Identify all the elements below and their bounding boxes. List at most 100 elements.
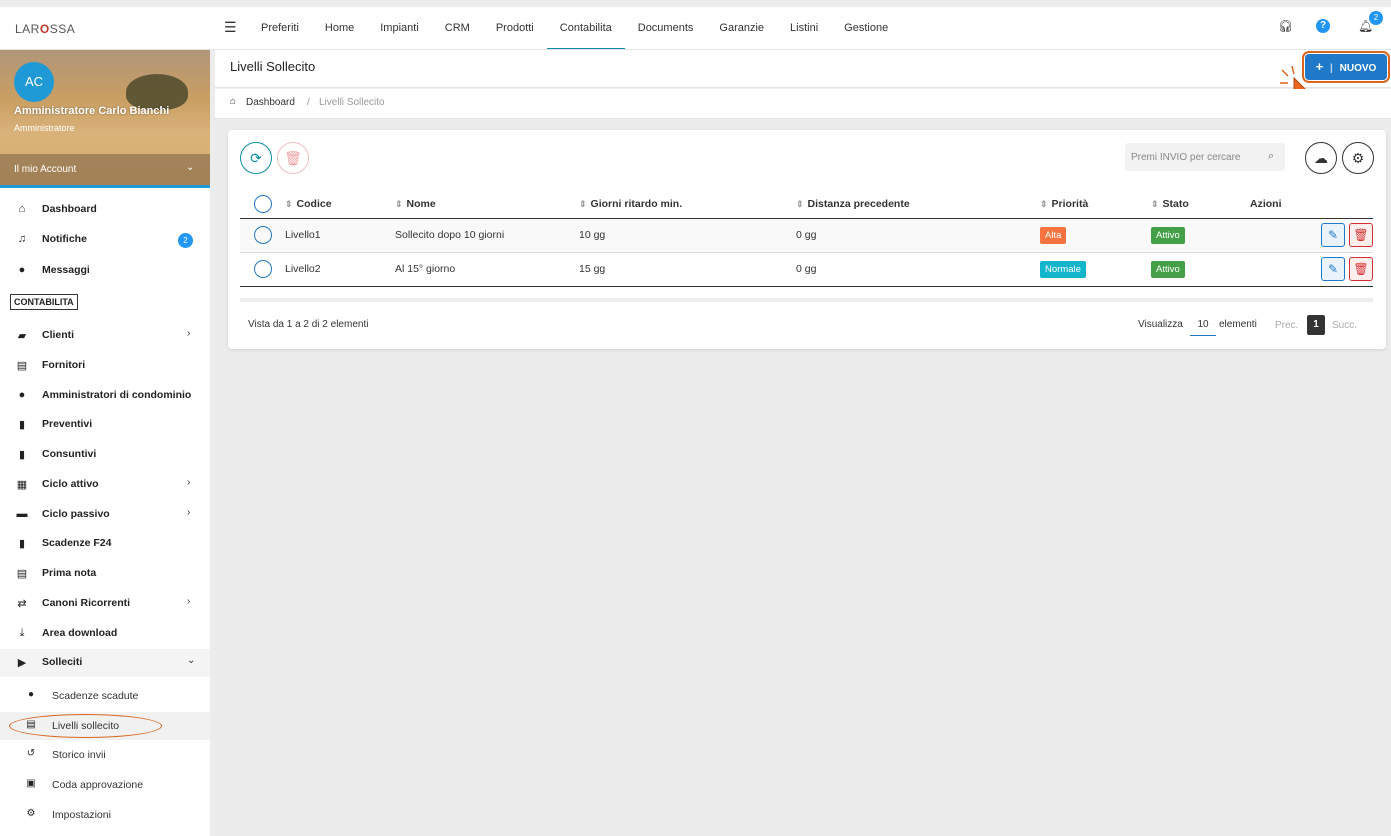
chevron-down-icon: ⌄ — [186, 162, 195, 173]
bulk-delete-button[interactable]: 🗑︎ — [277, 142, 309, 174]
highlight-ellipse — [9, 714, 162, 738]
cell-stato: Attivo — [1151, 252, 1250, 287]
sidebar-item-messaggi[interactable]: ● Messaggi — [0, 257, 210, 285]
page-size-select[interactable]: 10 — [1190, 314, 1216, 336]
cell-azioni: ✎ 🗑︎ — [1250, 218, 1373, 253]
col-nome[interactable]: ⇕ Nome — [395, 190, 579, 219]
col-distanza[interactable]: ⇕ Distanza precedente — [796, 190, 1040, 219]
breadcrumb-dashboard[interactable]: Dashboard — [246, 97, 295, 108]
sidebar-item-canoni-ricorrenti[interactable]: ⇄ Canoni Ricorrenti › — [0, 590, 210, 618]
cell-nome: Al 15° giorno — [395, 252, 579, 287]
sidebar-item-fornitori[interactable]: ▤ Fornitori — [0, 352, 210, 380]
refresh-icon: ⟳ — [250, 150, 262, 166]
edit-button[interactable]: ✎ — [1321, 223, 1345, 247]
page-title: Livelli Sollecito — [230, 59, 316, 74]
select-all-cell — [240, 190, 285, 219]
sidebar-item-dashboard[interactable]: ⌂ Dashboard — [0, 196, 210, 224]
sidebar: AC Amministratore Carlo Bianchi Amminist… — [0, 50, 210, 836]
nav-impianti[interactable]: Impianti — [367, 7, 432, 49]
avatar[interactable]: AC — [14, 62, 54, 102]
prev-page-button[interactable]: Prec. — [1275, 320, 1298, 331]
sort-icon: ⇕ — [1151, 198, 1159, 209]
col-codice[interactable]: ⇕ Codice — [285, 190, 395, 219]
app-logo[interactable]: LAROSSA — [15, 22, 75, 36]
help-icon[interactable]: ? — [1316, 19, 1330, 33]
sidebar-item-prima-nota[interactable]: ▤ Prima nota — [0, 560, 210, 588]
download-button[interactable]: ☁ — [1305, 142, 1337, 174]
nav-garanzie[interactable]: Garanzie — [706, 7, 777, 49]
col-giorni[interactable]: ⇕ Giorni ritardo min. — [579, 190, 796, 219]
row-checkbox[interactable] — [254, 260, 272, 278]
sidebar-item-notifiche[interactable]: ♫ Notifiche 2 — [0, 226, 210, 254]
notification-count-badge: 2 — [1369, 11, 1383, 25]
home-icon[interactable]: ⌂ — [230, 96, 236, 107]
col-azioni: Azioni — [1250, 190, 1373, 219]
sidebar-item-preventivi[interactable]: ▮ Preventivi — [0, 411, 210, 439]
table-row[interactable]: Livello2 Al 15° giorno 15 gg 0 gg Normal… — [240, 252, 1373, 287]
nav-listini[interactable]: Listini — [777, 7, 831, 49]
gear-icon: ⚙ — [1351, 150, 1365, 166]
my-account-toggle[interactable]: Il mio Account ⌄ — [0, 154, 210, 188]
sidebar-item-clienti[interactable]: ▰ Clienti › — [0, 322, 210, 350]
breadcrumb-separator: / — [307, 97, 310, 108]
sort-icon: ⇕ — [796, 198, 804, 209]
sidebar-item-ciclo-attivo[interactable]: ▦ Ciclo attivo › — [0, 471, 210, 499]
nav-gestione[interactable]: Gestione — [831, 7, 901, 49]
sidebar-subitem-storico-invii[interactable]: ↺ Storico invii — [0, 741, 210, 769]
sidebar-item-label: Notifiche — [42, 233, 87, 245]
table-row[interactable]: Livello1 Sollecito dopo 10 giorni 10 gg … — [240, 218, 1373, 253]
chat-icon: ● — [18, 264, 26, 276]
col-stato[interactable]: ⇕ Stato — [1151, 190, 1250, 219]
edit-button[interactable]: ✎ — [1321, 257, 1345, 281]
sidebar-item-label: Solleciti — [42, 656, 83, 668]
sidebar-item-scadenze-f24[interactable]: ▮ Scadenze F24 — [0, 530, 210, 558]
home-icon: ⌂ — [18, 203, 26, 215]
nav-crm[interactable]: CRM — [432, 7, 483, 49]
next-page-button[interactable]: Succ. — [1332, 320, 1357, 331]
sidebar-item-amministratori[interactable]: ● Amministratori di condominio — [0, 382, 210, 410]
chevron-right-icon: › — [187, 507, 191, 518]
sidebar-item-label: Area download — [42, 627, 118, 639]
chevron-down-icon: ⌄ — [187, 655, 196, 666]
cell-azioni: ✎ 🗑︎ — [1250, 252, 1373, 287]
repeat-icon: ⇄ — [17, 598, 27, 610]
sidebar-subitem-scadenze-scadute[interactable]: ● Scadenze scadute — [0, 682, 210, 710]
cell-distanza: 0 gg — [796, 218, 1040, 253]
headset-icon[interactable]: 🎧︎ — [1278, 19, 1293, 33]
nav-prodotti[interactable]: Prodotti — [483, 7, 547, 49]
nav-documents[interactable]: Documents — [625, 7, 707, 49]
col-priorita[interactable]: ⇕ Priorità — [1040, 190, 1151, 219]
settings-button[interactable]: ⚙ — [1342, 142, 1374, 174]
list-card: ⟳ 🗑︎ Premi INVIO per cercare ⌕ ☁ ⚙ ⇕ Codi… — [228, 130, 1386, 349]
hamburger-menu-icon[interactable]: ☰ — [224, 19, 237, 36]
nav-contabilita[interactable]: Contabilita — [546, 7, 625, 49]
sidebar-item-solleciti[interactable]: ▶ Solleciti ⌄ — [0, 649, 210, 677]
sidebar-subitem-coda-approvazione[interactable]: ▣ Coda approvazione — [0, 771, 210, 799]
queue-icon: ▣ — [26, 778, 36, 789]
history-icon: ↺ — [26, 748, 36, 759]
delete-button[interactable]: 🗑︎ — [1349, 223, 1373, 247]
select-all-checkbox[interactable] — [254, 194, 272, 213]
search-field[interactable]: Premi INVIO per cercare ⌕ — [1125, 143, 1285, 171]
top-navbar: LAROSSA ☰ Preferiti Home Impianti CRM Pr… — [0, 7, 1391, 50]
trash-icon: 🗑︎ — [284, 150, 302, 166]
sidebar-item-area-download[interactable]: ⤓ Area download — [0, 620, 210, 648]
sidebar-item-ciclo-passivo[interactable]: ▬ Ciclo passivo › — [0, 501, 210, 529]
sidebar-subitem-impostazioni[interactable]: ⚙ Impostazioni — [0, 801, 210, 829]
horizontal-scrollbar[interactable] — [240, 298, 1373, 302]
sidebar-item-label: Scadenze F24 — [42, 537, 112, 549]
nav-home[interactable]: Home — [312, 7, 367, 49]
row-checkbox[interactable] — [254, 226, 272, 244]
cell-nome: Sollecito dopo 10 giorni — [395, 218, 579, 253]
nav-preferiti[interactable]: Preferiti — [248, 7, 312, 49]
current-page-button[interactable]: 1 — [1307, 315, 1325, 335]
main-nav: Preferiti Home Impianti CRM Prodotti Con… — [248, 7, 901, 49]
priority-badge: Normale — [1040, 260, 1086, 278]
refresh-button[interactable]: ⟳ — [240, 142, 272, 174]
sidebar-item-consuntivi[interactable]: ▮ Consuntivi — [0, 441, 210, 469]
reminder-icon: ▶ — [17, 657, 27, 669]
search-icon: ⌕ — [1268, 150, 1275, 162]
sidebar-item-label: Messaggi — [42, 264, 90, 276]
sidebar-item-label: Preventivi — [42, 418, 93, 430]
delete-button[interactable]: 🗑︎ — [1349, 257, 1373, 281]
